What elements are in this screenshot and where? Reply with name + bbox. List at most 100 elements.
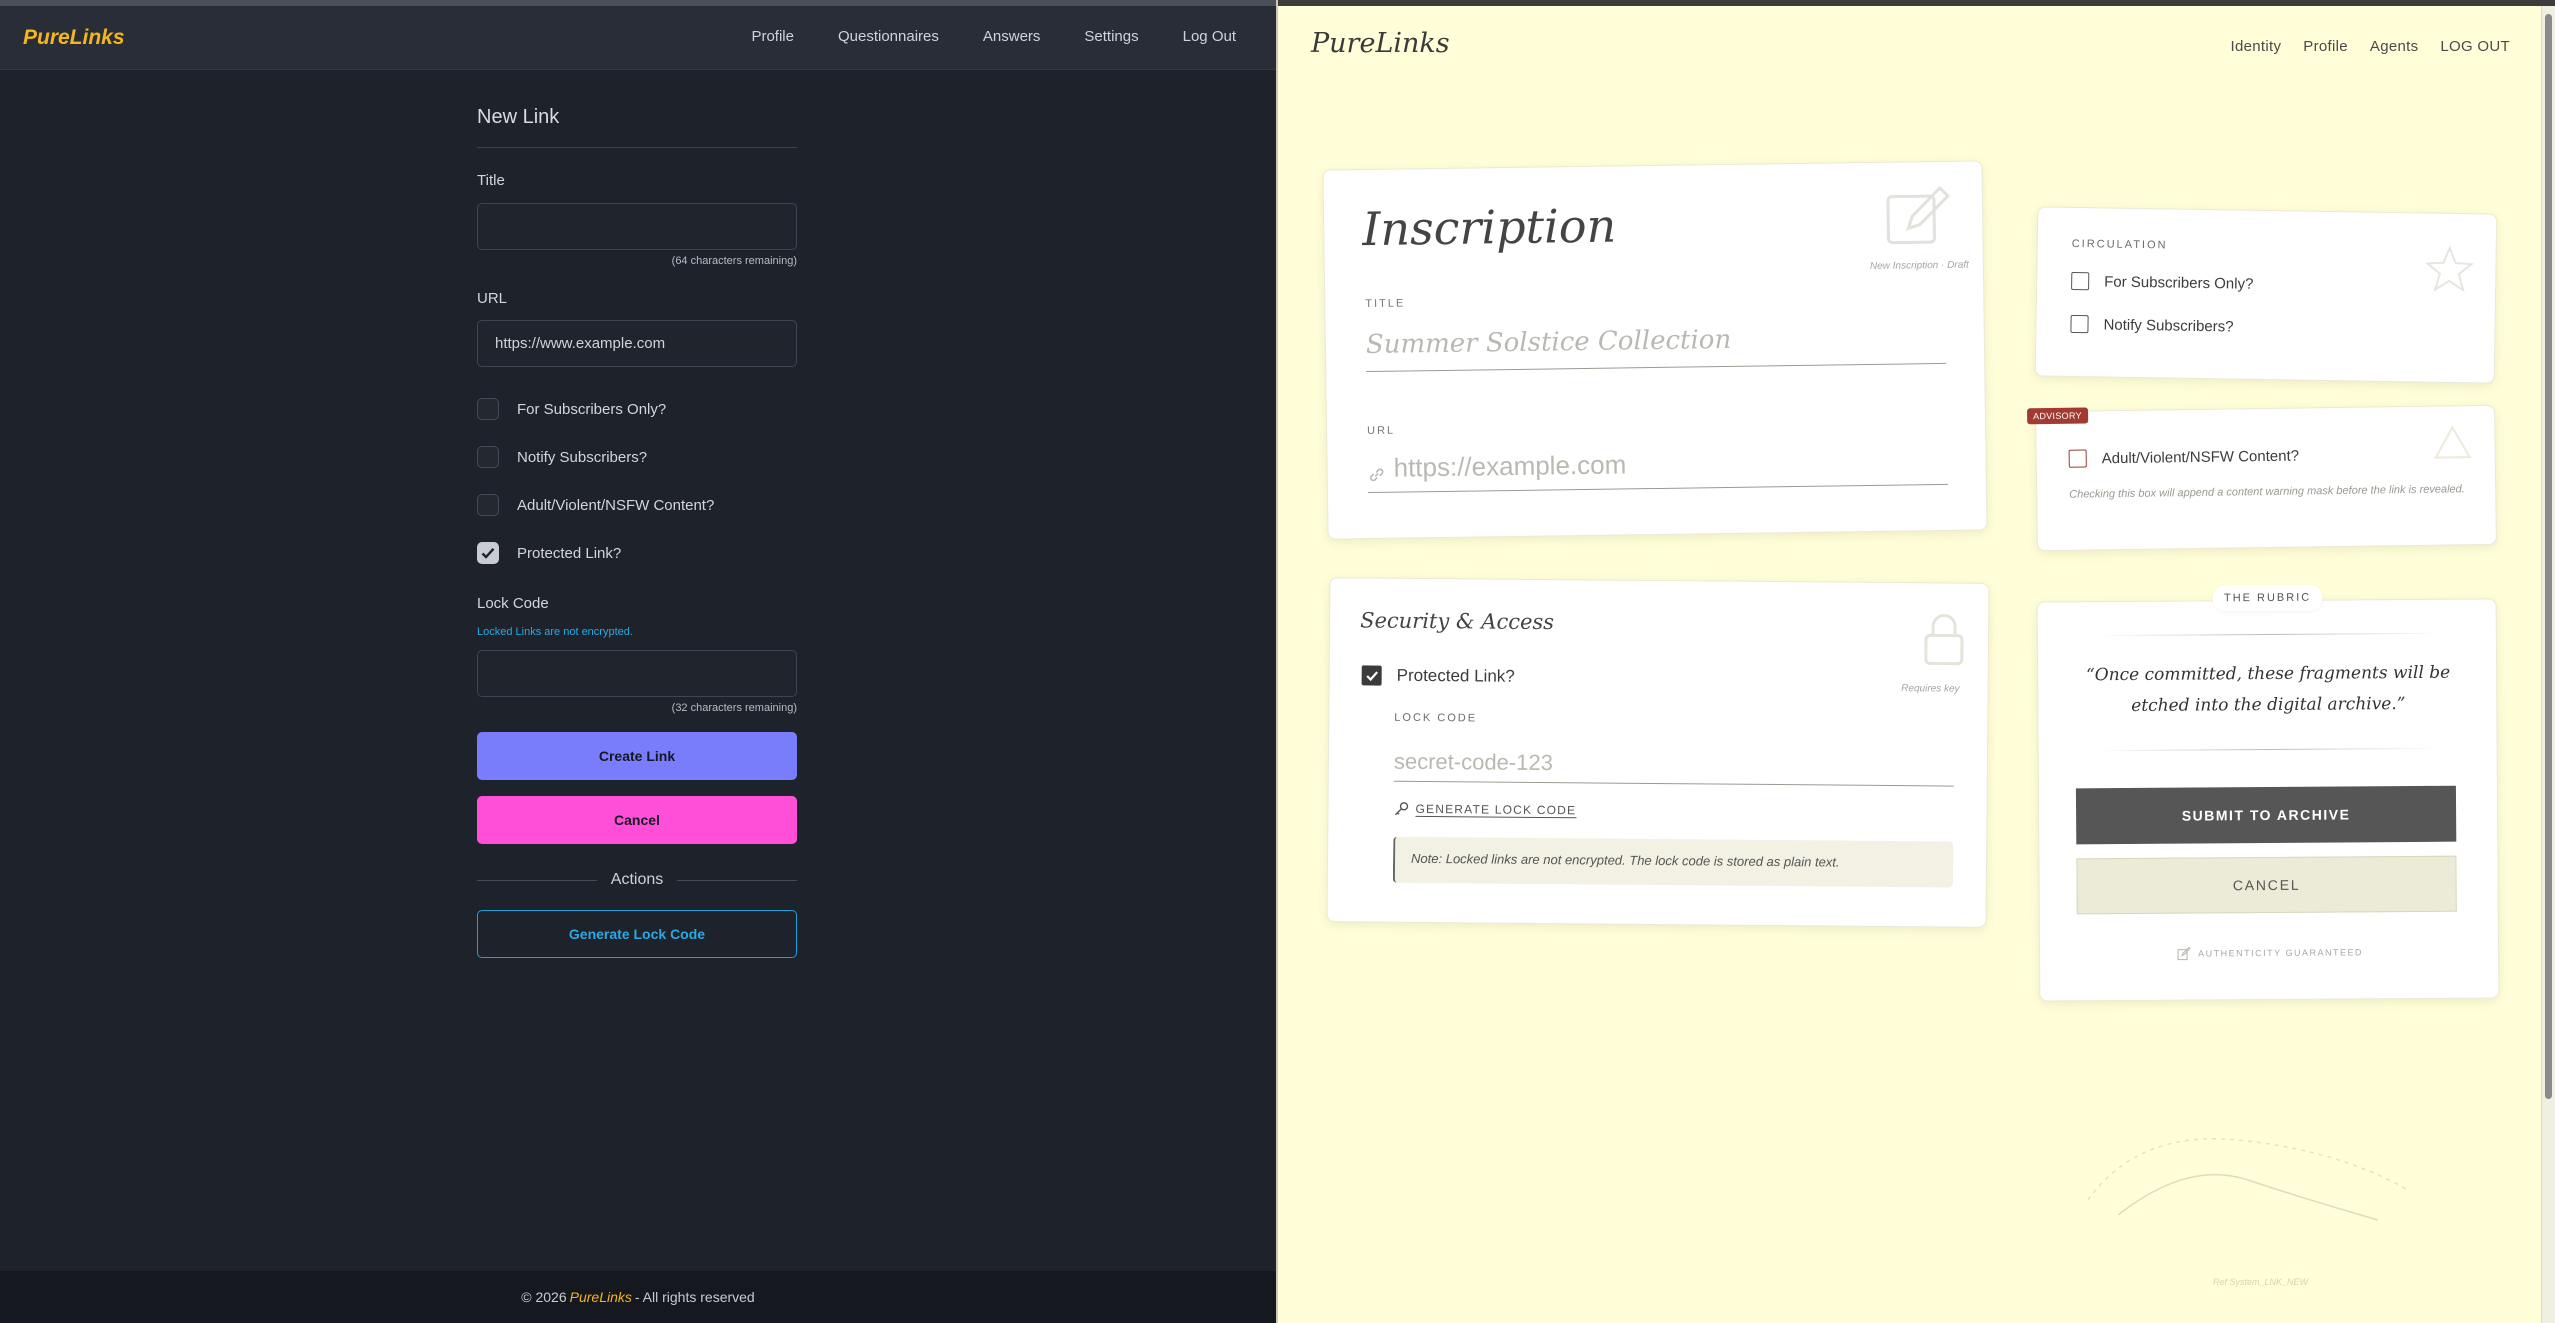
inscription-heading: Inscription [1361, 198, 1617, 257]
url-input[interactable]: https://example.com [1367, 444, 1948, 494]
nav-identity[interactable]: Identity [2231, 38, 2282, 55]
key-icon [1394, 802, 1409, 816]
rubric-quote: “Once committed, these fragments will be… [2085, 662, 2451, 716]
nav-answers[interactable]: Answers [983, 28, 1041, 45]
title-input[interactable]: Summer Solstice Collection [1365, 321, 1947, 373]
divider [2097, 632, 2438, 637]
generate-lock-code-link[interactable]: GENERATE LOCK CODE [1393, 801, 1577, 819]
star-icon [2424, 245, 2475, 293]
lock-code-note: Locked Links are not encrypted. [477, 626, 633, 638]
rubric-card: THE RUBRIC “Once committed, these fragme… [2036, 584, 2500, 1002]
generate-lock-code-label[interactable]: GENERATE LOCK CODE [1415, 801, 1577, 818]
notify-subscribers-label: Notify Subscribers? [2103, 315, 2234, 335]
scrollbar[interactable] [2541, 6, 2555, 1323]
subscribers-only-checkbox[interactable] [2071, 271, 2090, 291]
nsfw-checkbox[interactable] [477, 494, 499, 516]
checkmark-icon [1365, 670, 1378, 681]
nav-questionnaires[interactable]: Questionnaires [838, 28, 939, 45]
submit-to-archive-button[interactable]: SUBMIT TO ARCHIVE [2075, 785, 2457, 845]
notify-subscribers-option[interactable]: Notify Subscribers? [477, 433, 797, 481]
subscribers-only-option[interactable]: For Subscribers Only? [2071, 271, 2254, 293]
dark-theme-panel: PureLinks Profile Questionnaires Answers… [0, 0, 1276, 1323]
nsfw-option[interactable]: Adult/Violent/NSFW Content? [2068, 447, 2300, 468]
lock-code-char-count: (32 characters remaining) [671, 702, 797, 714]
url-input[interactable]: https://www.example.com [477, 320, 797, 367]
brand-logo[interactable]: PureLinks [1311, 28, 1450, 59]
edit-icon [2177, 946, 2191, 961]
nsfw-option[interactable]: Adult/Violent/NSFW Content? [477, 481, 797, 529]
nav-profile[interactable]: Profile [751, 28, 794, 45]
subscribers-only-label: For Subscribers Only? [517, 400, 667, 418]
security-subtitle: Requires key [1901, 683, 1960, 695]
footer: © 2026 PureLinks - All rights reserved [0, 1271, 1276, 1323]
nav-agents[interactable]: Agents [2370, 38, 2419, 55]
nsfw-description: Checking this box will append a content … [2069, 483, 2465, 501]
notify-subscribers-label: Notify Subscribers? [517, 448, 648, 466]
scrollbar-thumb[interactable] [2545, 14, 2552, 1099]
advisory-card: ADVISORY Adult/Violent/NSFW Content? Che… [2027, 404, 2497, 552]
nsfw-label: Adult/Violent/NSFW Content? [2101, 447, 2300, 467]
nsfw-label: Adult/Violent/NSFW Content? [517, 496, 715, 514]
nav-settings[interactable]: Settings [1084, 28, 1138, 45]
nav-log-out[interactable]: LOG OUT [2440, 38, 2510, 55]
circulation-card: CIRCULATION For Subscribers Only? Notify… [2034, 206, 2498, 384]
warning-icon [2434, 425, 2472, 459]
notify-subscribers-checkbox[interactable] [2070, 314, 2089, 334]
title-input[interactable] [477, 203, 797, 250]
reference-text: Ref System_LNK_NEW [2213, 1277, 2309, 1287]
create-link-button[interactable]: Create Link [477, 732, 797, 780]
decorative-swirl-icon [2087, 1138, 2409, 1221]
lock-code-label: LOCK CODE [1394, 711, 1478, 725]
footer-copyright: © 2026 [521, 1289, 567, 1305]
title-char-count: (64 characters remaining) [671, 255, 797, 267]
subscribers-only-checkbox[interactable] [477, 398, 499, 420]
new-link-form: New Link Title (64 characters remaining)… [477, 100, 797, 958]
subscribers-only-label: For Subscribers Only? [2104, 272, 2254, 293]
nav-links: Profile Questionnaires Answers Settings … [707, 28, 1236, 45]
url-label: URL [1367, 424, 1396, 438]
subscribers-only-option[interactable]: For Subscribers Only? [477, 385, 797, 433]
nsfw-checkbox[interactable] [2068, 449, 2087, 468]
checkmark-icon [481, 547, 495, 559]
circulation-title: CIRCULATION [2071, 237, 2168, 252]
nav-links: Identity Profile Agents LOG OUT [2209, 38, 2511, 55]
notify-subscribers-checkbox[interactable] [477, 446, 499, 468]
inscription-subtitle: New Inscription · Draft [1869, 259, 1969, 272]
generate-lock-code-button[interactable]: Generate Lock Code [477, 910, 797, 958]
nav-profile[interactable]: Profile [2303, 38, 2348, 55]
cancel-button[interactable]: Cancel [477, 796, 797, 844]
top-border [1278, 0, 2555, 6]
protected-link-checkbox[interactable] [477, 542, 499, 564]
advisory-badge: ADVISORY [2027, 407, 2088, 425]
footer-brand[interactable]: PureLinks [570, 1289, 632, 1305]
url-label: URL [477, 290, 508, 307]
lock-icon [1924, 614, 1964, 666]
protected-link-option[interactable]: Protected Link? [477, 529, 797, 577]
rubric-tag: THE RUBRIC [2212, 584, 2323, 612]
title-label: TITLE [1365, 297, 1406, 311]
notify-subscribers-option[interactable]: Notify Subscribers? [2070, 314, 2234, 336]
authenticity-label: AUTHENTICITY GUARANTEED [2198, 947, 2364, 959]
lock-code-label: Lock Code [477, 595, 549, 612]
protected-link-label: Protected Link? [1396, 665, 1515, 686]
lock-code-input[interactable] [477, 650, 797, 697]
authenticity-note: AUTHENTICITY GUARANTEED [2040, 944, 2500, 961]
page-title: New Link [477, 100, 797, 148]
actions-label: Actions [610, 871, 664, 888]
brand-logo[interactable]: PureLinks [23, 26, 125, 50]
footer-rights: - All rights reserved [634, 1289, 755, 1305]
navbar: PureLinks Profile Questionnaires Answers… [0, 6, 1276, 70]
protected-link-label: Protected Link? [517, 544, 622, 562]
protected-link-option[interactable]: Protected Link? [1361, 665, 1515, 686]
lock-code-input[interactable]: secret-code-123 [1393, 741, 1955, 787]
inscription-card: Inscription New Inscription · Draft TITL… [1322, 160, 1988, 540]
cancel-button[interactable]: CANCEL [2076, 855, 2457, 915]
nav-log-out[interactable]: Log Out [1183, 28, 1236, 45]
security-heading: Security & Access [1360, 608, 1555, 635]
edit-icon [1886, 185, 1950, 245]
lock-code-note: Note: Locked links are not encrypted. Th… [1392, 836, 1954, 888]
security-access-card: Security & Access Requires key Protected… [1326, 577, 1990, 928]
protected-link-checkbox[interactable] [1361, 665, 1382, 686]
title-label: Title [477, 172, 505, 189]
light-theme-panel: PureLinks Identity Profile Agents LOG OU… [1276, 0, 2555, 1323]
